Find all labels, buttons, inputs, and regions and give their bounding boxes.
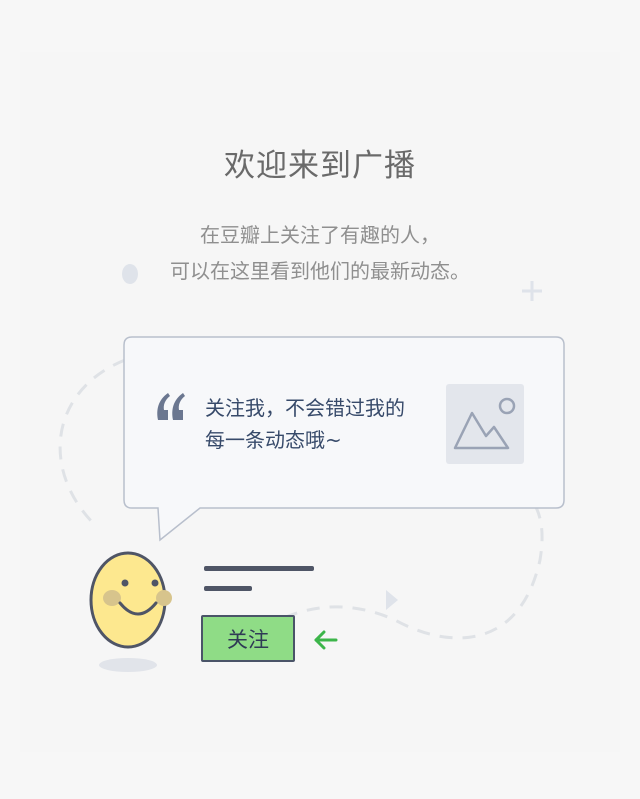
name-placeholder-line (204, 566, 314, 571)
follow-button-label: 关注 (227, 627, 269, 652)
bubble-text-line-2: 每一条动态哦~ (205, 428, 342, 452)
play-triangle-icon (386, 590, 398, 610)
bio-placeholder-line (204, 586, 252, 591)
smiley-face-icon (89, 551, 172, 672)
arrow-left-icon (314, 630, 338, 650)
decor-plus-icon (522, 281, 542, 301)
image-placeholder-icon (446, 384, 524, 464)
bubble-text-line-1: 关注我，不会错过我的 (205, 396, 405, 420)
bubble-text: 关注我，不会错过我的 每一条动态哦~ (205, 392, 435, 456)
decor-dot-icon (122, 264, 138, 284)
follow-button[interactable]: 关注 (201, 615, 295, 662)
